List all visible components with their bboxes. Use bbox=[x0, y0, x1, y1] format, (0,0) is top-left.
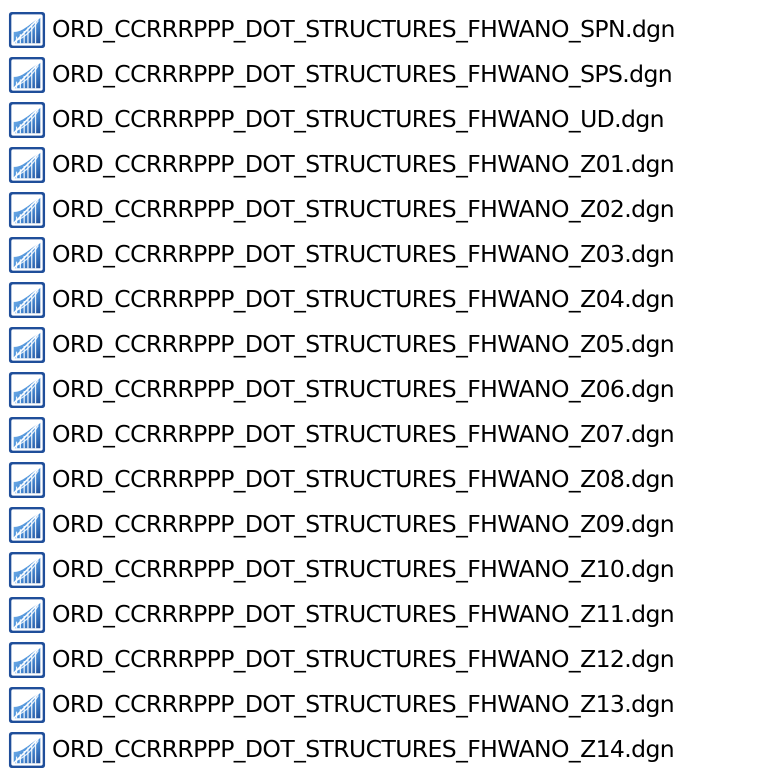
file-name: ORD_CCRRRPPP_DOT_STRUCTURES_FHWANO_Z07.d… bbox=[52, 419, 675, 448]
file-item[interactable]: ORD_CCRRRPPP_DOT_STRUCTURES_FHWANO_Z13.d… bbox=[8, 682, 758, 727]
microstation-dgn-icon bbox=[8, 730, 46, 769]
microstation-dgn-icon bbox=[8, 190, 46, 229]
file-item[interactable]: ORD_CCRRRPPP_DOT_STRUCTURES_FHWANO_Z05.d… bbox=[8, 322, 758, 367]
file-name: ORD_CCRRRPPP_DOT_STRUCTURES_FHWANO_Z11.d… bbox=[52, 599, 675, 628]
file-name: ORD_CCRRRPPP_DOT_STRUCTURES_FHWANO_SPN.d… bbox=[52, 14, 675, 43]
file-name: ORD_CCRRRPPP_DOT_STRUCTURES_FHWANO_Z01.d… bbox=[52, 149, 675, 178]
file-list: ORD_CCRRRPPP_DOT_STRUCTURES_FHWANO_SPN.d… bbox=[8, 7, 758, 772]
microstation-dgn-icon bbox=[8, 55, 46, 94]
file-item[interactable]: ORD_CCRRRPPP_DOT_STRUCTURES_FHWANO_Z14.d… bbox=[8, 727, 758, 772]
file-name: ORD_CCRRRPPP_DOT_STRUCTURES_FHWANO_Z09.d… bbox=[52, 509, 675, 538]
microstation-dgn-icon bbox=[8, 145, 46, 184]
file-item[interactable]: ORD_CCRRRPPP_DOT_STRUCTURES_FHWANO_Z02.d… bbox=[8, 187, 758, 232]
file-name: ORD_CCRRRPPP_DOT_STRUCTURES_FHWANO_Z02.d… bbox=[52, 194, 675, 223]
file-name: ORD_CCRRRPPP_DOT_STRUCTURES_FHWANO_Z08.d… bbox=[52, 464, 675, 493]
file-name: ORD_CCRRRPPP_DOT_STRUCTURES_FHWANO_UD.dg… bbox=[52, 104, 665, 133]
microstation-dgn-icon bbox=[8, 550, 46, 589]
file-item[interactable]: ORD_CCRRRPPP_DOT_STRUCTURES_FHWANO_Z01.d… bbox=[8, 142, 758, 187]
microstation-dgn-icon bbox=[8, 460, 46, 499]
file-item[interactable]: ORD_CCRRRPPP_DOT_STRUCTURES_FHWANO_Z03.d… bbox=[8, 232, 758, 277]
microstation-dgn-icon bbox=[8, 10, 46, 49]
file-name: ORD_CCRRRPPP_DOT_STRUCTURES_FHWANO_Z13.d… bbox=[52, 689, 675, 718]
file-item[interactable]: ORD_CCRRRPPP_DOT_STRUCTURES_FHWANO_Z12.d… bbox=[8, 637, 758, 682]
microstation-dgn-icon bbox=[8, 415, 46, 454]
file-name: ORD_CCRRRPPP_DOT_STRUCTURES_FHWANO_Z05.d… bbox=[52, 329, 675, 358]
file-item[interactable]: ORD_CCRRRPPP_DOT_STRUCTURES_FHWANO_Z10.d… bbox=[8, 547, 758, 592]
file-item[interactable]: ORD_CCRRRPPP_DOT_STRUCTURES_FHWANO_SPN.d… bbox=[8, 7, 758, 52]
file-item[interactable]: ORD_CCRRRPPP_DOT_STRUCTURES_FHWANO_Z06.d… bbox=[8, 367, 758, 412]
microstation-dgn-icon bbox=[8, 640, 46, 679]
file-item[interactable]: ORD_CCRRRPPP_DOT_STRUCTURES_FHWANO_SPS.d… bbox=[8, 52, 758, 97]
file-name: ORD_CCRRRPPP_DOT_STRUCTURES_FHWANO_Z14.d… bbox=[52, 734, 675, 763]
file-item[interactable]: ORD_CCRRRPPP_DOT_STRUCTURES_FHWANO_Z04.d… bbox=[8, 277, 758, 322]
file-name: ORD_CCRRRPPP_DOT_STRUCTURES_FHWANO_Z06.d… bbox=[52, 374, 675, 403]
file-item[interactable]: ORD_CCRRRPPP_DOT_STRUCTURES_FHWANO_Z08.d… bbox=[8, 457, 758, 502]
microstation-dgn-icon bbox=[8, 370, 46, 409]
file-item[interactable]: ORD_CCRRRPPP_DOT_STRUCTURES_FHWANO_Z07.d… bbox=[8, 412, 758, 457]
file-item[interactable]: ORD_CCRRRPPP_DOT_STRUCTURES_FHWANO_Z09.d… bbox=[8, 502, 758, 547]
microstation-dgn-icon bbox=[8, 685, 46, 724]
microstation-dgn-icon bbox=[8, 505, 46, 544]
file-name: ORD_CCRRRPPP_DOT_STRUCTURES_FHWANO_SPS.d… bbox=[52, 59, 673, 88]
microstation-dgn-icon bbox=[8, 235, 46, 274]
file-name: ORD_CCRRRPPP_DOT_STRUCTURES_FHWANO_Z10.d… bbox=[52, 554, 675, 583]
file-name: ORD_CCRRRPPP_DOT_STRUCTURES_FHWANO_Z12.d… bbox=[52, 644, 675, 673]
microstation-dgn-icon bbox=[8, 280, 46, 319]
file-name: ORD_CCRRRPPP_DOT_STRUCTURES_FHWANO_Z04.d… bbox=[52, 284, 675, 313]
file-item[interactable]: ORD_CCRRRPPP_DOT_STRUCTURES_FHWANO_UD.dg… bbox=[8, 97, 758, 142]
file-item[interactable]: ORD_CCRRRPPP_DOT_STRUCTURES_FHWANO_Z11.d… bbox=[8, 592, 758, 637]
microstation-dgn-icon bbox=[8, 325, 46, 364]
microstation-dgn-icon bbox=[8, 595, 46, 634]
microstation-dgn-icon bbox=[8, 100, 46, 139]
file-name: ORD_CCRRRPPP_DOT_STRUCTURES_FHWANO_Z03.d… bbox=[52, 239, 675, 268]
